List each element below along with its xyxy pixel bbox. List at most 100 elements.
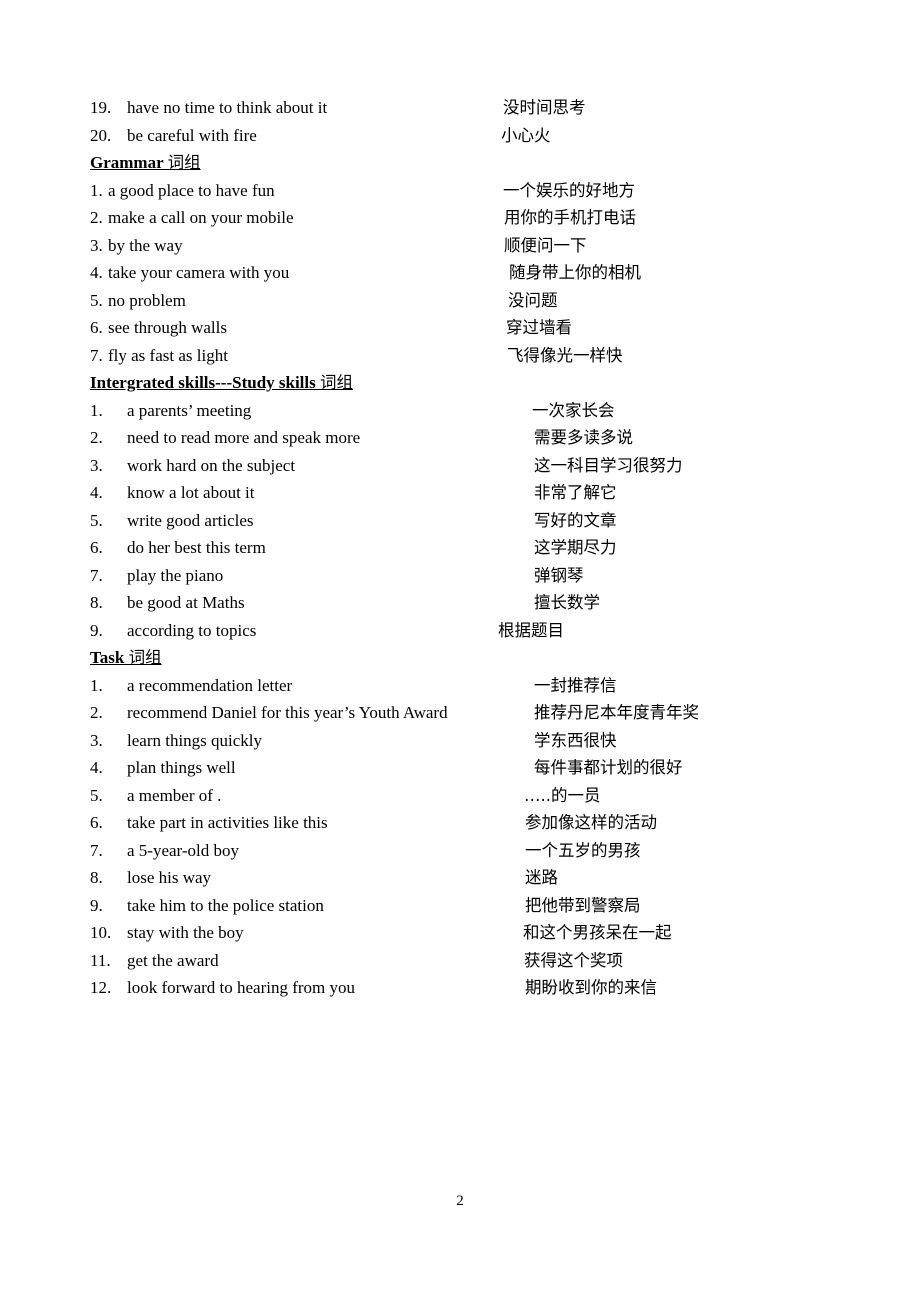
english-phrase: take your camera with you (108, 263, 290, 282)
item-number: 2. (90, 428, 103, 447)
chinese-translation: 随身带上你的相机 (509, 263, 641, 282)
english-phrase: a member of . (127, 785, 222, 805)
english-phrase: be good at Maths (127, 593, 245, 612)
item-number: 8. (90, 868, 103, 887)
english-phrase: a parents’ meeting (127, 400, 252, 420)
chinese-translation: 没时间思考 (503, 98, 586, 117)
item-number: 20. (90, 125, 112, 145)
chinese-translation: 非常了解它 (534, 483, 617, 502)
chinese-translation: 学东西很快 (534, 730, 617, 750)
english-phrase: be careful with fire (127, 125, 257, 145)
english-phrase: fly as fast as light (108, 345, 228, 365)
chinese-translation: 和这个男孩呆在一起 (523, 923, 672, 942)
english-phrase: work hard on the subject (127, 455, 296, 475)
chinese-translation: 期盼收到你的来信 (525, 978, 657, 997)
chinese-translation: …..的一员 (524, 785, 601, 805)
english-phrase: recommend Daniel for this year’s Youth A… (127, 703, 448, 722)
chinese-translation: 擅长数学 (534, 593, 600, 612)
chinese-translation: 这一科目学习很努力 (534, 455, 683, 475)
english-phrase: see through walls (108, 318, 227, 337)
english-phrase: look forward to hearing from you (127, 978, 356, 997)
english-phrase: make a call on your mobile (108, 208, 294, 227)
item-number: 2. (90, 208, 103, 227)
english-phrase: by the way (108, 235, 183, 255)
english-phrase: have no time to think about it (127, 98, 328, 117)
item-number: 8. (90, 593, 103, 612)
item-number: 3. (90, 455, 103, 475)
english-phrase: learn things quickly (127, 730, 263, 750)
item-number: 1. (90, 675, 103, 695)
chinese-translation: 一个五岁的男孩 (525, 840, 641, 860)
section-heading-grammar: Grammar 词组 (90, 149, 201, 176)
english-phrase: a 5-year-old boy (127, 840, 240, 860)
english-phrase: take part in activities like this (127, 813, 328, 832)
chinese-translation: 根据题目 (498, 620, 564, 640)
section-heading-task: Task 词组 (90, 644, 162, 671)
english-phrase: write good articles (127, 510, 254, 530)
heading-chinese: 词组 (320, 373, 353, 392)
page-number: 2 (456, 1193, 464, 1209)
item-number: 6. (90, 538, 103, 557)
chinese-translation: 这学期尽力 (534, 538, 617, 557)
item-number: 9. (90, 895, 103, 915)
chinese-translation: 没问题 (508, 290, 558, 310)
item-number: 7. (90, 345, 103, 365)
chinese-translation: 需要多读多说 (534, 428, 633, 447)
item-number: 4. (90, 483, 103, 502)
item-number: 5. (90, 785, 103, 805)
item-number: 6. (90, 318, 103, 337)
heading-chinese: 词组 (128, 648, 162, 667)
item-number: 5. (90, 290, 103, 310)
item-number: 1. (90, 180, 103, 200)
chinese-translation: 推荐丹尼本年度青年奖 (534, 703, 699, 722)
chinese-translation: 飞得像光一样快 (507, 345, 623, 365)
chinese-translation: 一个娱乐的好地方 (503, 180, 635, 200)
chinese-translation: 弹钢琴 (534, 565, 584, 585)
chinese-translation: 把他带到警察局 (525, 895, 641, 915)
english-phrase: know a lot about it (127, 483, 255, 502)
english-phrase: play the piano (127, 565, 224, 585)
heading-english: Grammar (90, 153, 168, 172)
item-number: 3. (90, 730, 103, 750)
item-number: 10. (90, 923, 112, 942)
section-heading-study-skills: Intergrated skills---Study skills 词组 (90, 369, 353, 396)
item-number: 7. (90, 840, 103, 860)
item-number: 11. (90, 950, 111, 970)
item-number: 19. (90, 98, 112, 117)
english-phrase: a recommendation letter (127, 675, 293, 695)
item-number: 3. (90, 235, 103, 255)
english-phrase: a good place to have fun (108, 180, 275, 200)
item-number: 4. (90, 758, 103, 777)
item-number: 1. (90, 400, 103, 420)
item-number: 7. (90, 565, 103, 585)
english-phrase: take him to the police station (127, 895, 324, 915)
item-number: 2. (90, 703, 103, 722)
item-number: 5. (90, 510, 103, 530)
item-number: 4. (90, 263, 103, 282)
chinese-translation: 顺便问一下 (504, 235, 587, 255)
heading-english: Intergrated skills---Study skills (90, 373, 320, 392)
item-number: 9. (90, 620, 103, 640)
chinese-translation: 穿过墙看 (506, 318, 572, 337)
english-phrase: stay with the boy (127, 923, 244, 942)
chinese-translation: 用你的手机打电话 (504, 208, 636, 227)
item-number: 12. (90, 978, 112, 997)
english-phrase: according to topics (127, 620, 257, 640)
english-phrase: lose his way (127, 868, 212, 887)
english-phrase: need to read more and speak more (127, 428, 361, 447)
item-number: 6. (90, 813, 103, 832)
heading-english: Task (90, 648, 129, 667)
english-phrase: get the award (127, 950, 219, 970)
chinese-translation: 参加像这样的活动 (525, 813, 657, 832)
chinese-translation: 获得这个奖项 (524, 950, 623, 970)
chinese-translation: 小心火 (501, 125, 551, 145)
chinese-translation: 迷路 (525, 868, 558, 887)
chinese-translation: 一封推荐信 (534, 675, 617, 695)
heading-chinese: 词组 (167, 153, 201, 172)
chinese-translation: 写好的文章 (534, 510, 617, 530)
chinese-translation: 每件事都计划的很好 (534, 758, 683, 777)
english-phrase: plan things well (127, 758, 236, 777)
chinese-translation: 一次家长会 (532, 400, 615, 420)
english-phrase: no problem (108, 290, 186, 310)
english-phrase: do her best this term (127, 538, 266, 557)
